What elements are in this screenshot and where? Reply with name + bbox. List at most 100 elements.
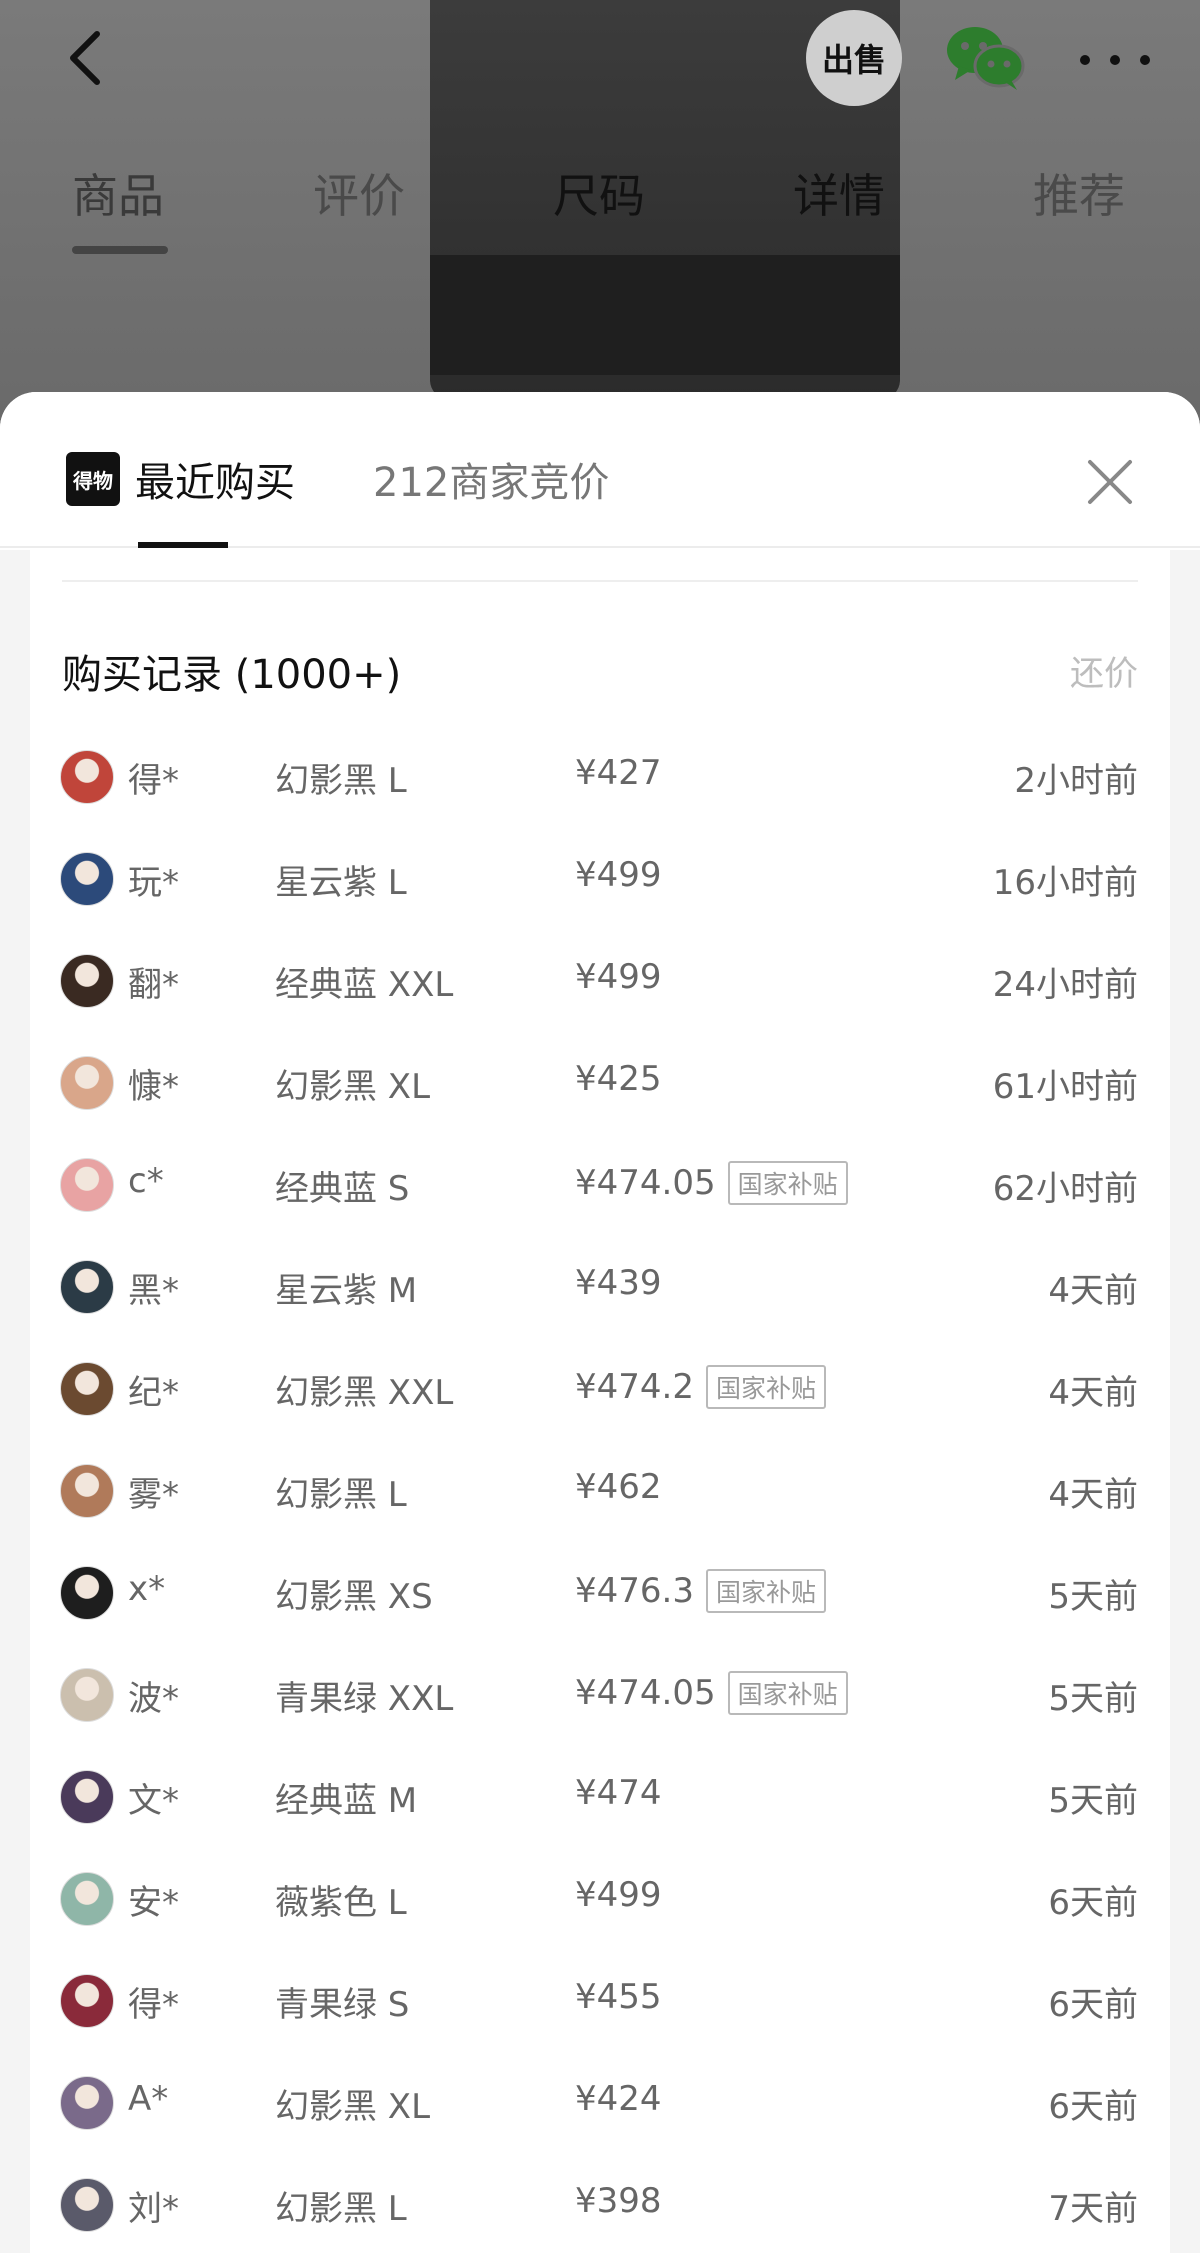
table-row: 纪* 幻影黑 XXL ¥474.2 国家补贴 4天前 [30,1337,1170,1439]
product-spec: 青果绿 S [275,1985,410,2025]
tab-recent-purchases[interactable]: 最近购买 [135,450,295,508]
price: ¥474 [575,1773,662,1813]
product-spec: 幻影黑 L [275,761,407,801]
table-row: A* 幻影黑 XL ¥424 6天前 [30,2051,1170,2153]
product-spec: 星云紫 L [275,863,407,903]
back-button[interactable] [55,28,115,88]
product-spec: 经典蓝 S [275,1169,410,1209]
buyer-name: 波* [128,1679,179,1719]
purchase-time: 6天前 [1048,1985,1138,2025]
brand-logo-text: 得物 [73,468,113,493]
sell-button-label: 出售 [821,41,886,79]
close-button[interactable] [1080,452,1140,512]
wechat-share-button[interactable] [945,22,1025,92]
price-group: ¥427 [575,753,662,793]
price: ¥462 [575,1467,662,1507]
price: ¥499 [575,855,662,895]
product-spec: 幻影黑 XXL [275,1373,454,1413]
more-button[interactable] [1080,40,1150,80]
price-group: ¥499 [575,855,662,895]
brand-logo: 得物 [66,452,120,506]
price: ¥427 [575,753,662,793]
avatar [60,1770,114,1824]
buyer-name: A* [128,2079,169,2119]
product-spec: 经典蓝 M [275,1781,418,1821]
divider [62,580,1138,582]
table-row: 文* 经典蓝 M ¥474 5天前 [30,1745,1170,1847]
price: ¥455 [575,1977,662,2017]
more-dots-icon [1080,55,1090,65]
avatar [60,2076,114,2130]
avatar [60,1872,114,1926]
purchase-time: 4天前 [1048,1475,1138,1515]
product-spec: 星云紫 M [275,1271,418,1311]
purchase-time: 24小时前 [992,965,1138,1005]
counter-offer-button[interactable]: 还价 [1070,646,1138,695]
tab-recommend[interactable]: 推荐 [1033,160,1125,226]
table-row: 得* 幻影黑 L ¥427 2小时前 [30,725,1170,827]
tab-size[interactable]: 尺码 [553,160,645,226]
product-spec: 幻影黑 XL [275,1067,431,1107]
product-nav-tabs: 商品 评价 尺码 详情 推荐 [0,150,1200,260]
avatar [60,1260,114,1314]
table-row: 波* 青果绿 XXL ¥474.05 国家补贴 5天前 [30,1643,1170,1745]
product-spec: 幻影黑 XL [275,2087,431,2127]
product-page-background: 出售 商品 评价 尺码 详情 推荐 [0,0,1200,420]
price: ¥424 [575,2079,662,2119]
buyer-name: x* [128,1569,166,1609]
table-row: 安* 薇紫色 L ¥499 6天前 [30,1847,1170,1949]
tab-reviews[interactable]: 评价 [313,160,405,226]
product-image-hem [430,255,900,375]
price-group: ¥398 [575,2181,662,2221]
subsidy-badge: 国家补贴 [727,1671,848,1715]
product-spec: 经典蓝 XXL [275,965,454,1005]
more-dots-icon [1140,55,1150,65]
table-row: 翻* 经典蓝 XXL ¥499 24小时前 [30,929,1170,1031]
price: ¥474.2 [575,1367,694,1407]
product-spec: 幻影黑 L [275,1475,407,1515]
purchase-time: 5天前 [1048,1679,1138,1719]
avatar [60,1668,114,1722]
price: ¥439 [575,1263,662,1303]
price-group: ¥474 [575,1773,662,1813]
tab-product[interactable]: 商品 [72,160,164,226]
product-spec: 薇紫色 L [275,1883,407,1923]
price-group: ¥476.3 国家补贴 [575,1569,826,1613]
purchase-time: 4天前 [1048,1373,1138,1413]
buyer-name: 得* [128,761,179,801]
table-row: 黑* 星云紫 M ¥439 4天前 [30,1235,1170,1337]
top-bar: 出售 [0,0,1200,120]
buyer-name: 刘* [128,2189,179,2229]
buyer-name: c* [128,1161,164,1201]
purchase-time: 6天前 [1048,1883,1138,1923]
purchase-time: 61小时前 [992,1067,1138,1107]
avatar [60,1974,114,2028]
purchase-time: 7天前 [1048,2189,1138,2229]
buyer-name: 得* [128,1985,179,2025]
price-group: ¥462 [575,1467,662,1507]
avatar [60,1566,114,1620]
table-row: c* 经典蓝 S ¥474.05 国家补贴 62小时前 [30,1133,1170,1235]
buyer-name: 翻* [128,965,179,1005]
product-spec: 青果绿 XXL [275,1679,454,1719]
table-row: x* 幻影黑 XS ¥476.3 国家补贴 5天前 [30,1541,1170,1643]
tab-details[interactable]: 详情 [793,160,885,226]
price-group: ¥424 [575,2079,662,2119]
purchase-records-list: 得* 幻影黑 L ¥427 2小时前 玩* 星云紫 L ¥499 16小时前 翻… [30,725,1170,2253]
price-group: ¥499 [575,1875,662,1915]
sell-button[interactable]: 出售 [806,10,902,106]
sheet-active-tab-indicator [138,542,228,548]
back-chevron-icon [70,31,100,85]
tab-merchant-bids[interactable]: 212商家竞价 [373,450,609,508]
avatar [60,750,114,804]
price: ¥499 [575,1875,662,1915]
close-icon [1088,460,1132,504]
buyer-name: 慷* [128,1067,179,1107]
avatar [60,1158,114,1212]
records-title: 购买记录 (1000+) [62,652,402,698]
records-card: 购买记录 (1000+) 还价 得* 幻影黑 L ¥427 2小时前 玩* 星云… [30,550,1170,2253]
buyer-name: 玩* [128,863,179,903]
buyer-name: 文* [128,1781,179,1821]
buyer-name: 安* [128,1883,179,1923]
avatar [60,1362,114,1416]
